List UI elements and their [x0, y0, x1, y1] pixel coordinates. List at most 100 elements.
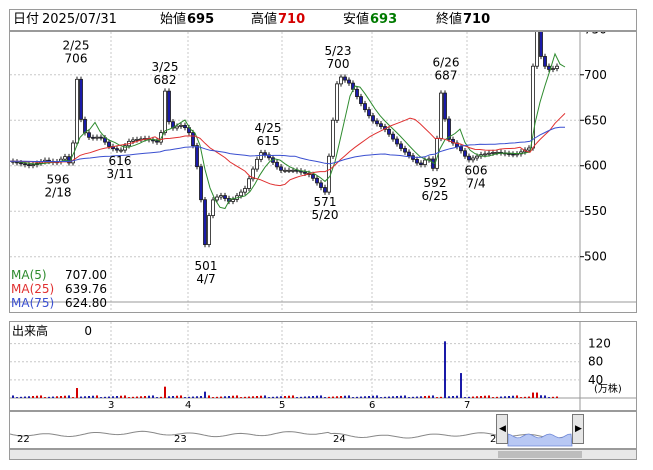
volume-bar	[532, 392, 534, 398]
volume-bar	[16, 397, 18, 398]
volume-bar	[296, 397, 298, 398]
volume-bar	[508, 396, 510, 398]
y-tick-label: 700	[584, 68, 607, 82]
candle-body	[471, 157, 475, 161]
open-label: 始値	[160, 12, 187, 27]
volume-bar	[328, 396, 330, 398]
volume-bar	[488, 395, 490, 398]
volume-bar	[528, 396, 530, 398]
candle-body	[243, 188, 247, 193]
volume-bar	[276, 396, 278, 398]
range-handle-right[interactable]: ▶	[572, 414, 584, 444]
overview-label-24: 24	[333, 434, 346, 445]
candle-body	[491, 152, 495, 154]
candle-body	[167, 90, 171, 123]
volume-bar	[388, 396, 390, 398]
volume-bar	[308, 396, 310, 398]
volume-bar	[420, 396, 422, 398]
range-handle-left[interactable]: ◀	[496, 414, 508, 444]
volume-bar	[428, 395, 430, 398]
volume-bar	[224, 396, 226, 398]
volume-bar	[440, 396, 442, 398]
volume-month-label: 3	[108, 400, 114, 410]
candle-body	[135, 139, 139, 141]
volume-bar	[164, 386, 166, 398]
volume-bar	[492, 397, 494, 398]
volume-bar	[476, 396, 478, 398]
volume-bar	[200, 396, 202, 398]
volume-bar	[516, 395, 518, 398]
volume-bar	[24, 396, 26, 398]
volume-bar	[432, 395, 434, 398]
candle-body	[303, 171, 307, 174]
overview-svg	[10, 430, 573, 447]
overview-panel[interactable]: 22 23 24 2 ◀ ▶	[9, 411, 637, 449]
volume-label: 出来高	[12, 324, 49, 338]
volume-bar	[168, 396, 170, 398]
volume-month-label: 7	[464, 400, 470, 410]
overview-scrollbar[interactable]	[9, 449, 637, 460]
volume-bar	[392, 396, 394, 398]
candle-body	[79, 78, 83, 120]
price-annotation: 5/23	[325, 44, 352, 58]
volume-bar	[44, 397, 46, 398]
volume-bar	[260, 395, 262, 398]
price-annotation: 2/25	[63, 38, 90, 52]
volume-bar	[104, 396, 106, 398]
ma75-value: 624.80	[65, 296, 107, 310]
candle-body	[511, 153, 515, 156]
candle-body	[279, 166, 283, 171]
volume-bar	[80, 396, 82, 398]
volume-bar	[144, 396, 146, 398]
volume-bar	[12, 395, 14, 398]
candle-body	[91, 136, 95, 139]
volume-bar	[412, 396, 414, 398]
volume-bar	[64, 395, 66, 398]
volume-bar	[196, 396, 198, 398]
volume-bar	[216, 396, 218, 398]
volume-bar	[500, 396, 502, 398]
volume-bar	[240, 397, 242, 398]
volume-bar	[36, 395, 38, 398]
candle-body	[247, 178, 251, 189]
volume-bar	[524, 396, 526, 398]
candle-body	[291, 169, 295, 172]
volume-bar	[416, 396, 418, 398]
price-annotation: 3/25	[152, 60, 179, 74]
volume-bar	[404, 395, 406, 398]
volume-bar	[316, 395, 318, 398]
candle-body	[231, 198, 235, 202]
candle-body	[163, 90, 167, 134]
volume-bar	[156, 397, 158, 398]
volume-bar	[268, 397, 270, 398]
price-annotation: 687	[435, 69, 458, 83]
volume-bar	[132, 396, 134, 398]
volume-bar	[56, 396, 58, 398]
volume-bar	[384, 396, 386, 398]
price-annotation: 616	[109, 154, 132, 168]
volume-bar	[140, 396, 142, 398]
volume-bar	[312, 396, 314, 398]
volume-bar	[192, 396, 194, 398]
volume-bar	[148, 395, 150, 398]
candle-body	[99, 136, 103, 139]
ma25-value: 639.76	[65, 282, 107, 296]
volume-bar	[208, 395, 210, 398]
volume-unit: (万株)	[594, 384, 622, 395]
volume-bar	[380, 397, 382, 398]
volume-bar	[272, 396, 274, 398]
scrollbar-thumb[interactable]	[498, 451, 582, 458]
price-annotation: 571	[314, 195, 337, 209]
candle-body	[83, 118, 87, 134]
candle-body	[175, 125, 179, 129]
low-label: 安値	[343, 12, 370, 27]
volume-bar	[116, 396, 118, 398]
candle-body	[199, 166, 203, 201]
volume-bar	[504, 396, 506, 398]
candle-body	[179, 124, 183, 127]
price-annotation: 5/20	[312, 208, 339, 222]
price-annotation: 4/7	[196, 272, 215, 286]
volume-bar	[520, 397, 522, 398]
volume-bar	[184, 397, 186, 398]
volume-bar	[228, 396, 230, 398]
